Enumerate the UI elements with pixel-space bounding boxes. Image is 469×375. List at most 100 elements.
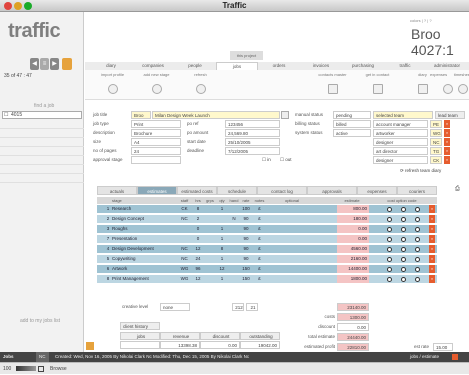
tab-approvals[interactable]: approvals bbox=[307, 186, 357, 195]
this-project-tab[interactable]: this project bbox=[230, 51, 263, 60]
option-radio[interactable] bbox=[415, 266, 420, 272]
tab-diary[interactable]: diary bbox=[90, 62, 132, 70]
option-radio[interactable] bbox=[415, 226, 420, 232]
rate-cell[interactable]: 150 bbox=[240, 265, 252, 273]
option-radio[interactable] bbox=[387, 206, 392, 212]
prev-record-button[interactable]: ◀ bbox=[30, 58, 39, 70]
estimate-cell[interactable]: 14400.00 bbox=[337, 265, 369, 273]
rate-cell[interactable]: 90 bbox=[240, 215, 252, 223]
table-row[interactable]: 8 Print Management WG 12 1 150 £1800.00 × bbox=[97, 275, 437, 283]
estimate-cell[interactable]: 4560.00 bbox=[337, 245, 369, 253]
pages-field[interactable]: 24 bbox=[131, 147, 181, 155]
option-radio[interactable] bbox=[387, 216, 392, 222]
estimate-cell[interactable]: 800.00 bbox=[337, 205, 369, 213]
table-row[interactable]: 2 Design Concept NC 2 N 90 £180.00 × bbox=[97, 215, 437, 223]
estimate-cell[interactable]: 2160.00 bbox=[337, 255, 369, 263]
notes-cell[interactable]: £ bbox=[252, 255, 267, 263]
row-number[interactable]: 2 bbox=[105, 215, 111, 223]
rate-cell[interactable]: 90 bbox=[240, 225, 252, 233]
team-initials[interactable]: NC bbox=[430, 138, 442, 146]
stage-cell[interactable]: Copywriting bbox=[112, 255, 172, 263]
qty-cell[interactable]: 1 bbox=[216, 235, 228, 243]
qty-cell[interactable]: 1 bbox=[216, 255, 228, 263]
table-row[interactable]: 7 Presentation 0 1 90 £0.00 × bbox=[97, 235, 437, 243]
billing-status-field[interactable]: billed bbox=[333, 120, 371, 128]
hrs-cell[interactable]: 24 bbox=[192, 255, 204, 263]
option-radio[interactable] bbox=[401, 236, 406, 242]
qty-cell[interactable]: 12 bbox=[216, 265, 228, 273]
tab-couriers[interactable]: couriers bbox=[397, 186, 437, 195]
delete-row-icon[interactable]: × bbox=[429, 235, 435, 243]
option-radio[interactable] bbox=[415, 256, 420, 262]
staff-cell[interactable]: NC bbox=[177, 215, 192, 223]
zoom-slider-icon[interactable] bbox=[16, 366, 36, 371]
row-number[interactable]: 8 bbox=[105, 275, 111, 283]
remove-member-icon[interactable]: × bbox=[444, 147, 450, 155]
option-radio[interactable] bbox=[387, 266, 392, 272]
remove-member-icon[interactable]: × bbox=[444, 156, 450, 164]
option-radio[interactable] bbox=[387, 276, 392, 282]
diary-icon[interactable] bbox=[418, 84, 428, 94]
option-radio[interactable] bbox=[401, 266, 406, 272]
stage-cell[interactable]: Design Concept bbox=[112, 215, 172, 223]
stage-cell[interactable]: Research bbox=[112, 205, 172, 213]
hrs-cell[interactable]: 12 bbox=[192, 275, 204, 283]
table-row[interactable]: 6 Artwork WG 96 12 150 £14400.00 × bbox=[97, 265, 437, 273]
option-radio[interactable] bbox=[387, 226, 392, 232]
option-radio[interactable] bbox=[387, 246, 392, 252]
edit-icon[interactable] bbox=[86, 342, 94, 350]
table-row[interactable]: 4 Design Development NC 12 8 90 £4560.00 × bbox=[97, 245, 437, 253]
refresh-icon[interactable] bbox=[196, 84, 206, 94]
timesheet-icon[interactable] bbox=[458, 84, 468, 94]
refresh-team-button[interactable]: ⟳ refresh team diary bbox=[400, 168, 441, 174]
option-radio[interactable] bbox=[387, 256, 392, 262]
tab-invoices[interactable]: invoices bbox=[300, 62, 342, 70]
option-radio[interactable] bbox=[401, 256, 406, 262]
tab-actuals[interactable]: actuals bbox=[97, 186, 137, 195]
job-number-field[interactable]: ☐ 4015 bbox=[2, 111, 82, 119]
mode-label[interactable]: Browse bbox=[50, 363, 67, 375]
deadline-field[interactable]: 7/12/2005 bbox=[225, 147, 280, 155]
table-row[interactable]: 3 Roughs 0 1 90 £0.00 × bbox=[97, 225, 437, 233]
tab-people[interactable]: people bbox=[174, 62, 216, 70]
remove-member-icon[interactable]: × bbox=[444, 129, 450, 137]
hrs-cell[interactable]: 96 bbox=[192, 265, 204, 273]
est-rate-field[interactable]: 15.00 bbox=[433, 343, 453, 351]
layout-icon[interactable] bbox=[38, 366, 44, 372]
job-type-field[interactable]: Print bbox=[131, 120, 181, 128]
tab-traffic[interactable]: traffic bbox=[384, 62, 426, 70]
option-radio[interactable] bbox=[401, 206, 406, 212]
stage-cell[interactable]: Design Development bbox=[112, 245, 172, 253]
delete-row-icon[interactable]: × bbox=[429, 255, 435, 263]
row-number[interactable]: 7 bbox=[105, 235, 111, 243]
team-role[interactable]: designer bbox=[373, 156, 428, 164]
in-checkbox[interactable]: ☐ in bbox=[262, 157, 271, 163]
po-amount-field[interactable]: 24,569.80 bbox=[225, 129, 280, 137]
hand-cell[interactable] bbox=[228, 235, 240, 243]
tab-contact-log[interactable]: contact log bbox=[257, 186, 307, 195]
rate-cell[interactable]: 150 bbox=[240, 275, 252, 283]
description-field[interactable]: Brochure bbox=[131, 129, 181, 137]
staff-cell[interactable]: WG bbox=[177, 275, 192, 283]
notes-cell[interactable]: £ bbox=[252, 275, 267, 283]
job-title-field[interactable]: Milan Design Week Launch bbox=[152, 111, 280, 119]
team-initials[interactable]: PE bbox=[430, 120, 442, 128]
option-radio[interactable] bbox=[401, 276, 406, 282]
add-to-list-link[interactable]: add to my jobs list bbox=[20, 318, 60, 324]
option-radio[interactable] bbox=[415, 206, 420, 212]
notes-cell[interactable]: £ bbox=[252, 245, 267, 253]
hand-cell[interactable] bbox=[228, 265, 240, 273]
team-role[interactable]: account manager bbox=[373, 120, 428, 128]
hand-cell[interactable] bbox=[228, 225, 240, 233]
estimate-cell[interactable]: 0.00 bbox=[337, 225, 369, 233]
tab-orders[interactable]: orders bbox=[258, 62, 300, 70]
start-date-field[interactable]: 25/10/2005 bbox=[225, 138, 280, 146]
close-record-icon[interactable] bbox=[452, 354, 458, 360]
option-radio[interactable] bbox=[387, 236, 392, 242]
team-role[interactable]: artworker bbox=[373, 129, 428, 137]
tab-companies[interactable]: companies bbox=[132, 62, 174, 70]
qty-cell[interactable] bbox=[216, 215, 228, 223]
client-field[interactable]: Broo bbox=[131, 111, 151, 119]
notes-cell[interactable]: £ bbox=[252, 225, 267, 233]
delete-row-icon[interactable]: × bbox=[429, 275, 435, 283]
